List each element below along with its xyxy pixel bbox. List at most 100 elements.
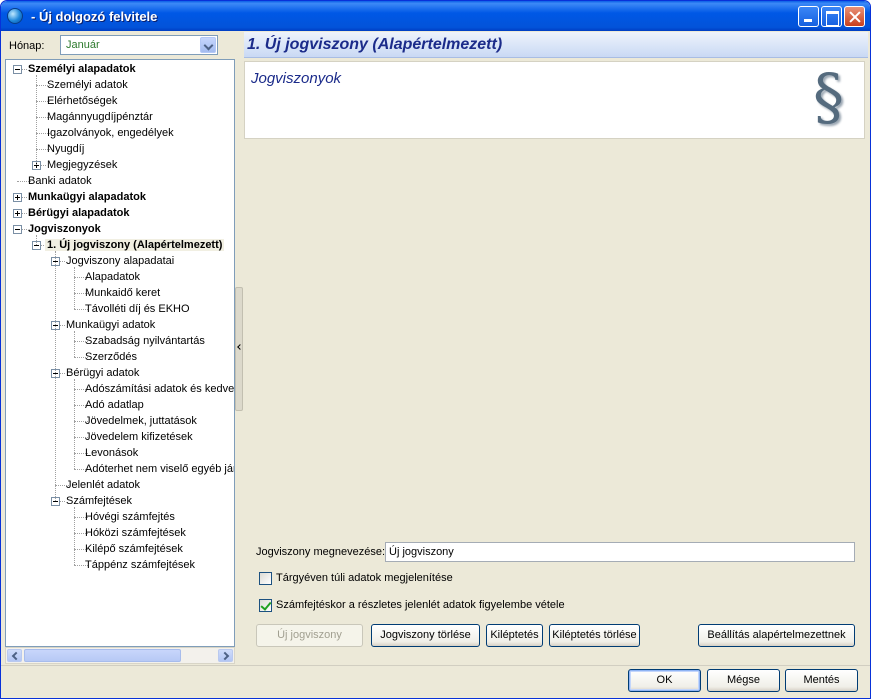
- month-value: Január: [66, 39, 100, 51]
- tree-item-label: Elérhetőségek: [47, 95, 118, 107]
- save-button[interactable]: Mentés: [785, 669, 858, 692]
- tree-item-label: Szabadság nyilvántartás: [85, 335, 205, 347]
- tree-item-label: Jogviszony alapadatai: [66, 255, 175, 267]
- tree-item-label: Kilépő számfejtések: [85, 543, 183, 555]
- tree-item-label: Adószámítási adatok és kedvezmények: [85, 383, 235, 395]
- tree-item[interactable]: Adószámítási adatok és kedvezmények: [83, 381, 235, 397]
- window-title: - Új dolgozó felvitele: [31, 9, 158, 24]
- tree-item[interactable]: Táppénz számfejtések: [83, 557, 197, 573]
- scrollbar-thumb[interactable]: [24, 649, 181, 662]
- tree-item[interactable]: 1. Új jogviszony (Alapértelmezett): [45, 237, 225, 253]
- tree-item[interactable]: Munkaidő keret: [83, 285, 162, 301]
- page-title: 1. Új jogviszony (Alapértelmezett): [247, 36, 503, 53]
- tree-item[interactable]: Magánnyugdíjpénztár: [45, 109, 155, 125]
- ok-button[interactable]: OK: [628, 669, 701, 692]
- title-bar: - Új dolgozó felvitele: [1, 1, 870, 31]
- expand-icon[interactable]: [13, 209, 22, 218]
- collapse-icon[interactable]: [13, 65, 22, 74]
- tree-item[interactable]: Megjegyzések: [45, 157, 119, 173]
- tree-item[interactable]: Hóközi számfejtések: [83, 525, 188, 541]
- cancel-button[interactable]: Mégse: [707, 669, 780, 692]
- tree-item-label: Távolléti díj és EKHO: [85, 303, 190, 315]
- tree-item-label: Táppénz számfejtések: [85, 559, 196, 571]
- tree-connector: [74, 267, 75, 309]
- scroll-left-icon[interactable]: [7, 649, 22, 662]
- tree-item-label: Levonások: [85, 447, 139, 459]
- tree-item-label: Hóközi számfejtések: [85, 527, 186, 539]
- tree-item[interactable]: Szabadság nyilvántartás: [83, 333, 207, 349]
- name-input[interactable]: Új jogviszony: [385, 542, 855, 562]
- section-banner: Jogviszonyok §: [244, 61, 865, 139]
- tree-horizontal-scrollbar[interactable]: [5, 647, 235, 664]
- tree-item[interactable]: Távolléti díj és EKHO: [83, 301, 192, 317]
- maximize-button[interactable]: [821, 6, 842, 27]
- out-of-year-checkbox[interactable]: [259, 572, 272, 585]
- tree-item-label: Hóvégi számfejtés: [85, 511, 175, 523]
- tree-item[interactable]: Munkaügyi adatok: [64, 317, 157, 333]
- tree-item[interactable]: Bérügyi adatok: [64, 365, 141, 381]
- tree-item[interactable]: Nyugdíj: [45, 141, 86, 157]
- tree-item[interactable]: Jövedelmek, juttatások: [83, 413, 199, 429]
- tree-item-label: Jogviszonyok: [28, 223, 101, 235]
- app-icon: [7, 8, 23, 24]
- tree-item-label: Adó adatlap: [85, 399, 144, 411]
- tree-item[interactable]: Igazolványok, engedélyek: [45, 125, 176, 141]
- month-label: Hónap:: [9, 40, 45, 52]
- tree-item-label: 1. Új jogviszony (Alapértelmezett): [45, 239, 225, 251]
- tree-item-label: Adóterhet nem viselő egyéb járandóságok: [85, 463, 234, 475]
- tree-item-label: Alapadatok: [85, 271, 141, 283]
- name-field-label: Jogviszony megnevezése:: [256, 546, 386, 558]
- month-dropdown[interactable]: Január: [60, 35, 218, 55]
- tree-item[interactable]: Jogviszony alapadatai: [64, 253, 176, 269]
- tree-item-label: Munkaügyi adatok: [66, 319, 156, 331]
- tree-item[interactable]: Alapadatok: [83, 269, 142, 285]
- navigation-tree[interactable]: Személyi alapadatok Személyi adatok Elérhe…: [5, 59, 235, 647]
- tree-connector: [74, 379, 75, 469]
- tree-item-label: Bérügyi adatok: [66, 367, 140, 379]
- section-title: Jogviszonyok: [251, 70, 342, 87]
- minimize-button[interactable]: [798, 6, 819, 27]
- content-header: 1. Új jogviszony (Alapértelmezett): [244, 32, 868, 58]
- tree-item[interactable]: Jogviszonyok: [26, 221, 103, 237]
- tree-item[interactable]: Hóvégi számfejtés: [83, 509, 177, 525]
- tree-item[interactable]: Elérhetőségek: [45, 93, 119, 109]
- tree-item[interactable]: Bérügyi alapadatok: [26, 205, 131, 221]
- tree-item-label: Személyi adatok: [47, 79, 128, 91]
- tree-item-label: Személyi alapadatok: [28, 63, 136, 75]
- tree-item[interactable]: Kilépő számfejtések: [83, 541, 185, 557]
- set-default-button[interactable]: Beállítás alapértelmezettnek: [698, 624, 855, 647]
- exit-button[interactable]: Kiléptetés: [486, 624, 543, 647]
- tree-connector: [74, 507, 75, 565]
- tree-item-label: Bérügyi alapadatok: [28, 207, 130, 219]
- detailed-attendance-checkbox[interactable]: [259, 599, 272, 612]
- panel-splitter[interactable]: [235, 287, 243, 411]
- month-bar: Hónap: Január: [5, 32, 242, 59]
- tree-item-label: Munkaügyi alapadatok: [28, 191, 146, 203]
- out-of-year-label: Tárgyéven túli adatok megjelenítése: [276, 572, 453, 584]
- tree-item[interactable]: Munkaügyi alapadatok: [26, 189, 148, 205]
- delete-relationship-button[interactable]: Jogviszony törlése: [371, 624, 480, 647]
- exit-delete-button[interactable]: Kiléptetés törlése: [549, 624, 640, 647]
- tree-item[interactable]: Szerződés: [83, 349, 139, 365]
- tree-item[interactable]: Személyi adatok: [45, 77, 130, 93]
- tree-item[interactable]: Adóterhet nem viselő egyéb járandóságok: [83, 461, 234, 477]
- expand-icon[interactable]: [13, 193, 22, 202]
- tree-item-label: Munkaidő keret: [85, 287, 161, 299]
- scroll-right-icon[interactable]: [218, 649, 233, 662]
- tree-item[interactable]: Adó adatlap: [83, 397, 146, 413]
- tree-item[interactable]: Személyi alapadatok: [26, 61, 138, 77]
- new-relationship-button[interactable]: Új jogviszony: [256, 624, 363, 647]
- chevron-down-icon[interactable]: [200, 37, 216, 53]
- tree-connector: [55, 251, 56, 501]
- tree-item[interactable]: Jelenlét adatok: [64, 477, 142, 493]
- tree-item[interactable]: Levonások: [83, 445, 140, 461]
- tree-item[interactable]: Banki adatok: [26, 173, 94, 189]
- collapse-icon[interactable]: [13, 225, 22, 234]
- tree-item-label: Jövedelem kifizetések: [85, 431, 193, 443]
- tree-item-label: Jelenlét adatok: [66, 479, 140, 491]
- tree-item-label: Nyugdíj: [47, 143, 85, 155]
- tree-item[interactable]: Jövedelem kifizetések: [83, 429, 195, 445]
- tree-connector: [74, 331, 75, 357]
- close-button[interactable]: [844, 6, 865, 27]
- main-window: - Új dolgozó felvitele Hónap: Január Sze…: [0, 0, 871, 699]
